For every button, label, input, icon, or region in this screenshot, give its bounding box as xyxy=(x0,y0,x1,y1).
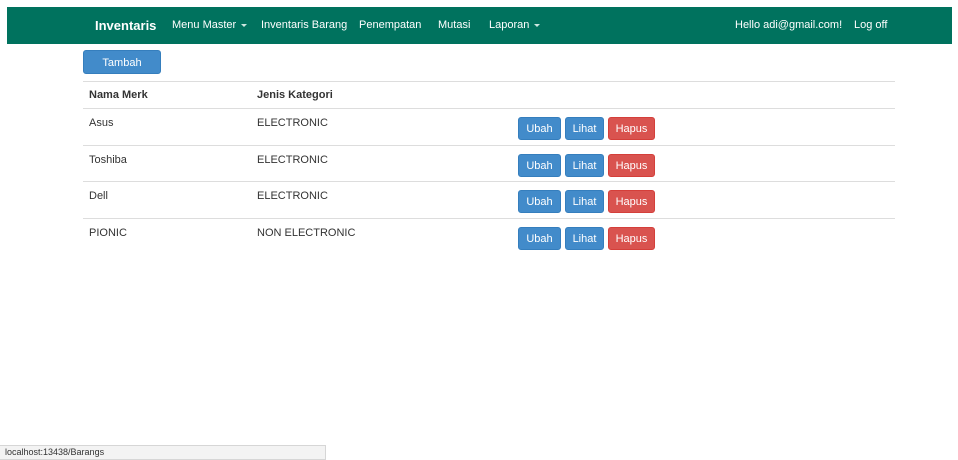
table-header-row: Nama Merk Jenis Kategori xyxy=(83,81,895,108)
hapus-button[interactable]: Hapus xyxy=(608,117,655,140)
nav-inventaris-barang-label: Inventaris Barang xyxy=(261,19,348,31)
hapus-button[interactable]: Hapus xyxy=(608,226,655,250)
logoff-link[interactable]: Log off xyxy=(854,7,887,44)
cell-nama-merk: PIONIC xyxy=(89,226,127,239)
cell-jenis-kategori: ELECTRONIC xyxy=(257,190,328,202)
table-row: Toshiba ELECTRONIC Ubah Lihat Hapus xyxy=(83,144,895,182)
table-row: PIONIC NON ELECTRONIC Ubah Lihat Hapus xyxy=(83,217,895,255)
cell-nama-merk: Asus xyxy=(89,117,114,129)
cell-nama-merk: Toshiba xyxy=(89,153,127,166)
caret-down-icon xyxy=(241,23,248,27)
status-url: localhost:13438/Barangs xyxy=(5,447,105,457)
ubah-button[interactable]: Ubah xyxy=(518,153,561,177)
nav-mutasi[interactable]: Mutasi xyxy=(438,7,470,44)
tambah-data-button[interactable]: Tambah Data xyxy=(83,50,161,91)
nav-mutasi-label: Mutasi xyxy=(438,19,471,31)
cell-nama-merk: Dell xyxy=(89,190,108,202)
top-navbar: Inventaris Menu Master Inventaris Barang… xyxy=(7,7,952,44)
nav-menu-master-label: Menu Master xyxy=(172,19,237,31)
nav-penempatan[interactable]: Penempatan xyxy=(359,7,421,44)
nav-laporan-label: Laporan xyxy=(489,19,530,31)
table-row: Asus ELECTRONIC Ubah Lihat Hapus xyxy=(83,108,895,145)
lihat-button[interactable]: Lihat xyxy=(565,117,604,140)
hapus-button[interactable]: Hapus xyxy=(608,190,655,213)
lihat-button[interactable]: Lihat xyxy=(565,226,604,250)
cell-jenis-kategori: NON ELECTRONIC xyxy=(257,226,356,239)
lihat-button[interactable]: Lihat xyxy=(565,190,604,213)
caret-down-icon xyxy=(534,23,541,27)
nav-laporan[interactable]: Laporan xyxy=(489,7,541,44)
column-header-nama-merk: Nama Merk xyxy=(89,89,148,101)
lihat-button[interactable]: Lihat xyxy=(565,153,604,177)
nav-penempatan-label: Penempatan xyxy=(359,19,422,31)
cell-jenis-kategori: ELECTRONIC xyxy=(257,153,328,166)
table-row: Dell ELECTRONIC Ubah Lihat Hapus xyxy=(83,181,895,218)
cell-jenis-kategori: ELECTRONIC xyxy=(257,117,328,129)
ubah-button[interactable]: Ubah xyxy=(518,117,561,140)
user-greeting-link[interactable]: Hello adi@gmail.com! xyxy=(735,7,842,44)
ubah-button[interactable]: Ubah xyxy=(518,226,561,250)
column-header-jenis-kategori: Jenis Kategori xyxy=(257,89,333,101)
nav-menu-master[interactable]: Menu Master xyxy=(172,7,248,44)
merk-table: Nama Merk Jenis Kategori Asus ELECTRONIC… xyxy=(83,81,895,254)
browser-status-bar: localhost:13438/Barangs xyxy=(0,445,326,460)
hapus-button[interactable]: Hapus xyxy=(608,153,655,177)
brand-link[interactable]: Inventaris xyxy=(95,7,156,44)
nav-inventaris-barang[interactable]: Inventaris Barang xyxy=(261,7,347,44)
ubah-button[interactable]: Ubah xyxy=(518,190,561,213)
